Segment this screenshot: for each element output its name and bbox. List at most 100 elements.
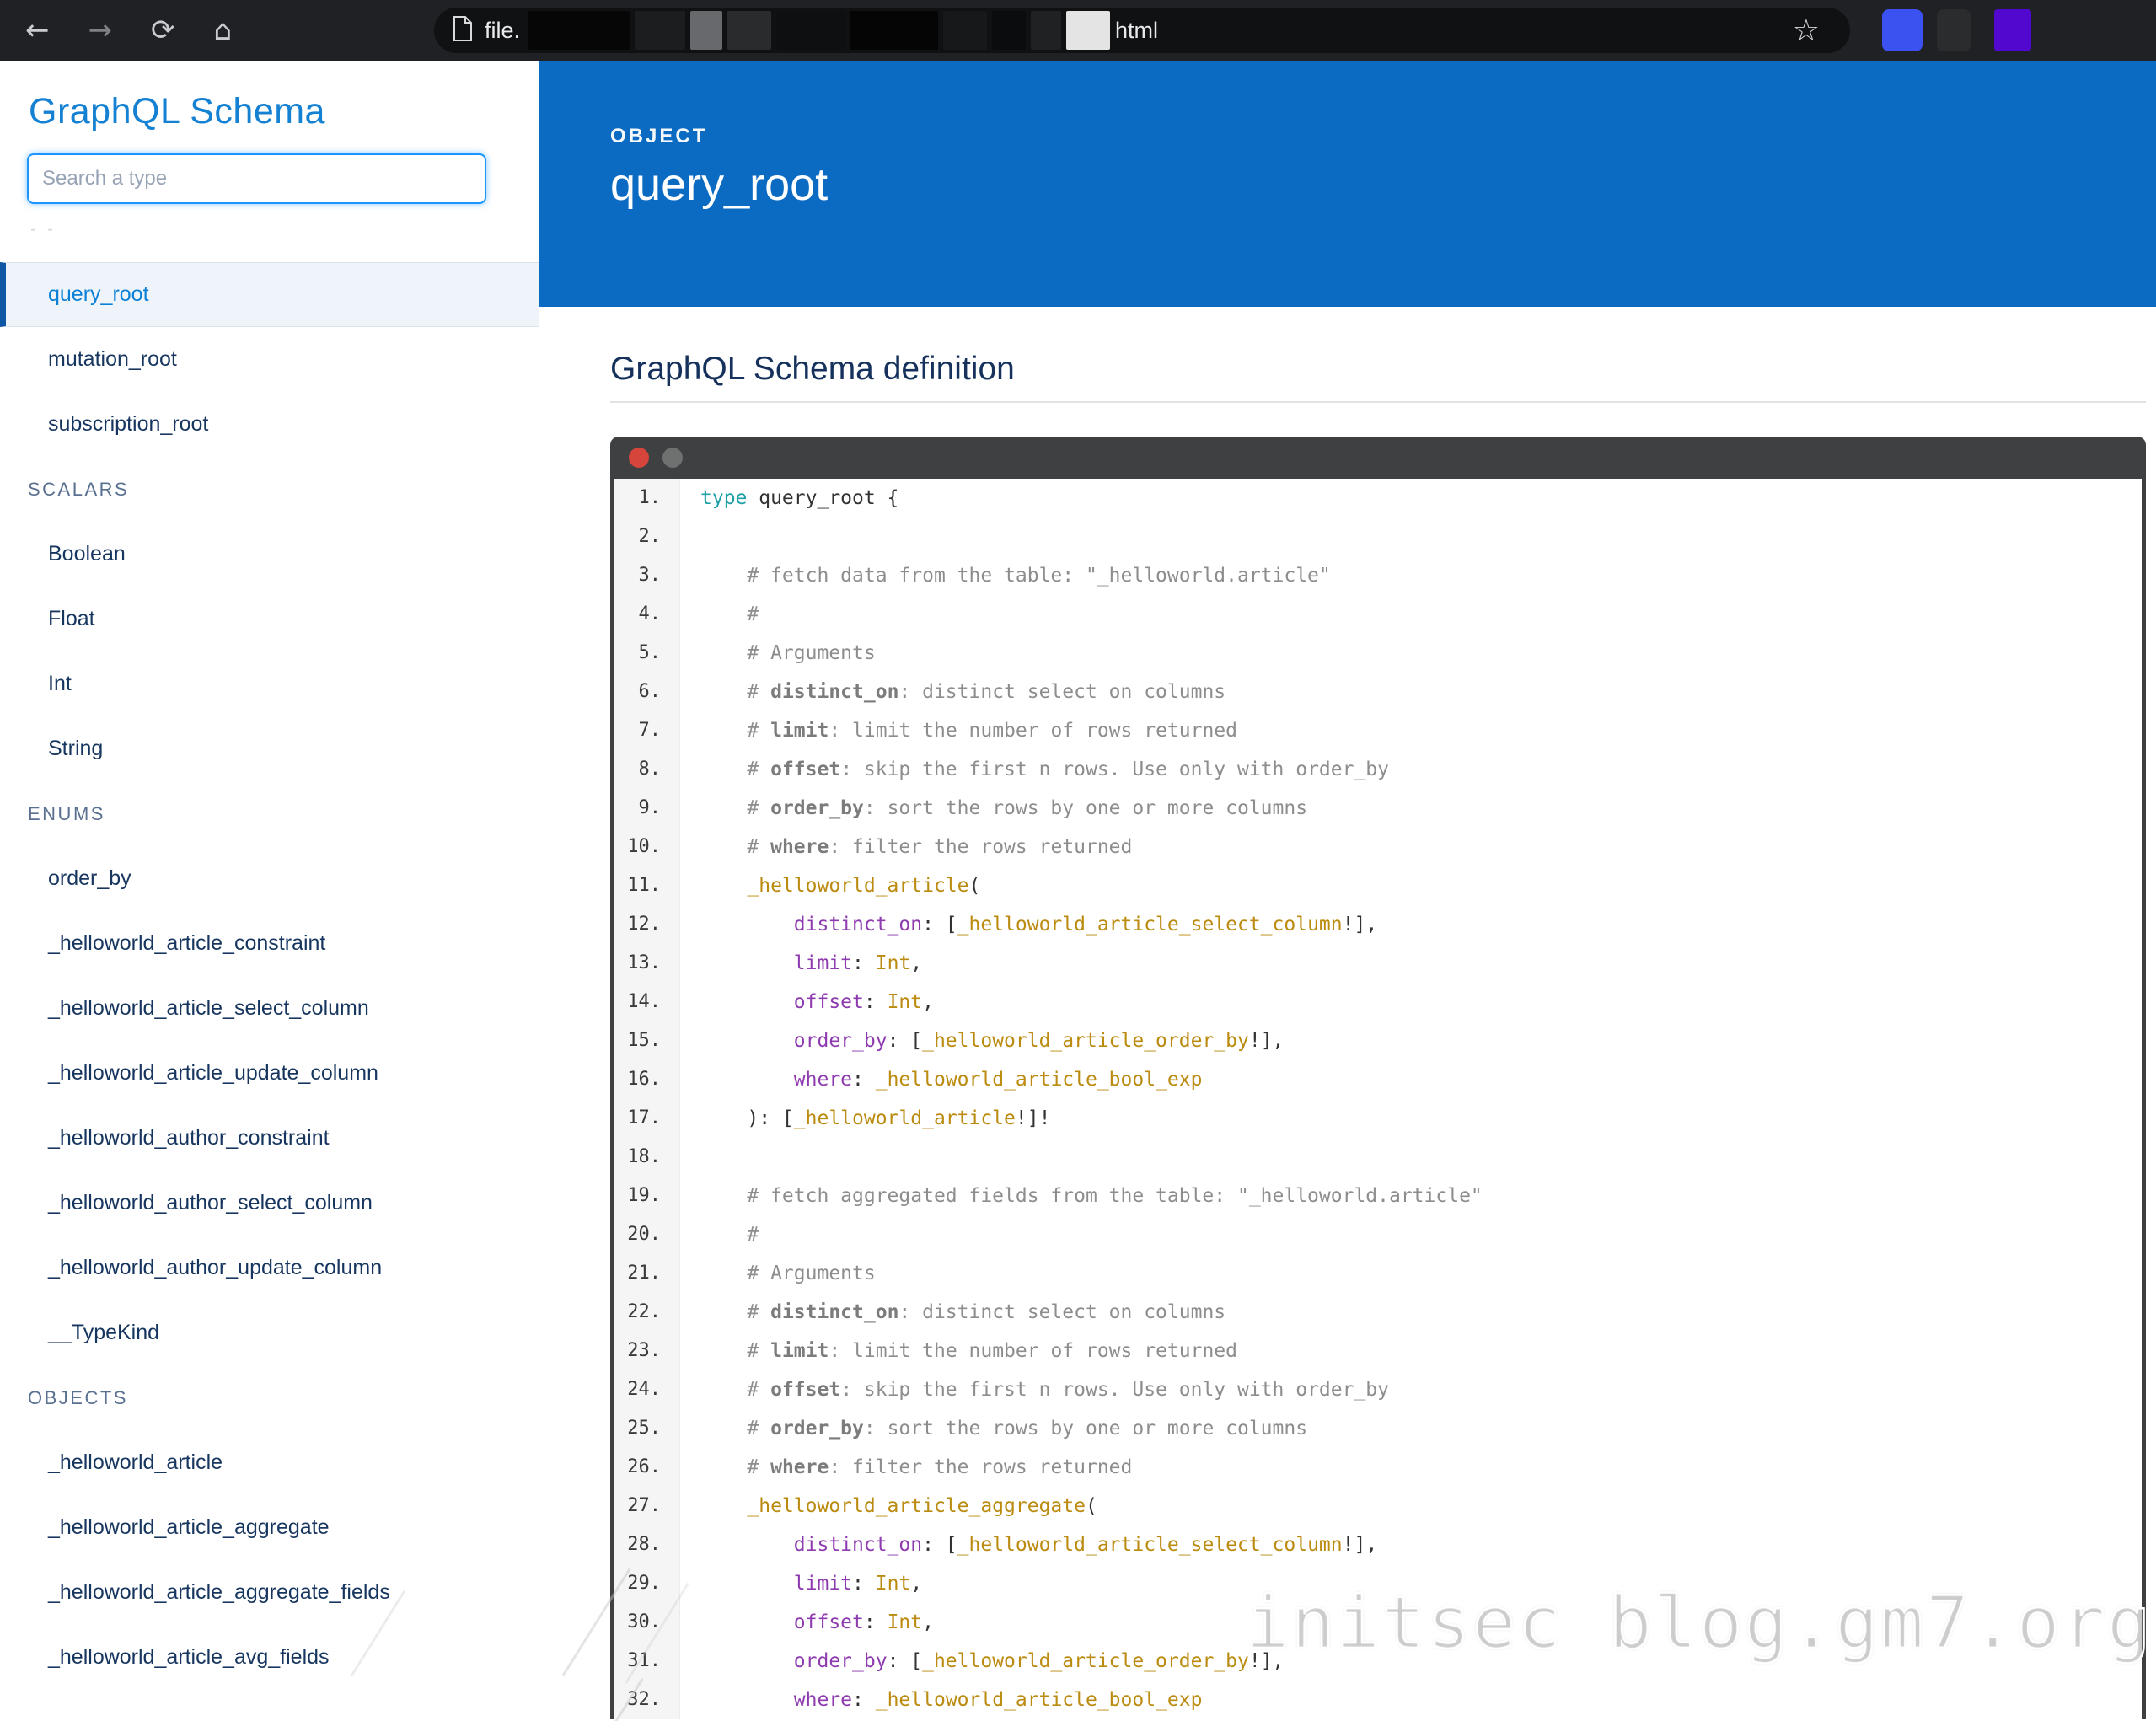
line-number: 17. <box>614 1099 680 1138</box>
sidebar-item-subscription-root[interactable]: subscription_root <box>0 392 539 457</box>
sidebar-item-helloworld-author-update-column[interactable]: _helloworld_author_update_column <box>0 1236 539 1300</box>
code-text: # where: filter the rows returned <box>680 828 1132 866</box>
line-number: 26. <box>614 1448 680 1487</box>
line-number: 23. <box>614 1332 680 1370</box>
extension-icon-blue[interactable] <box>1882 9 1923 51</box>
code-line: 32. where: _helloworld_article_bool_exp <box>614 1681 2142 1719</box>
code-text: # Arguments <box>680 634 876 673</box>
extension-icon-purple[interactable] <box>1994 9 2031 51</box>
code-line: 2. <box>614 517 2142 556</box>
code-line: 13. limit: Int, <box>614 944 2142 983</box>
sidebar-item-mutation-root[interactable]: mutation_root <box>0 327 539 392</box>
window-minimize-dot <box>662 448 683 468</box>
sidebar-item-helloworld-article-aggregate-fields[interactable]: _helloworld_article_aggregate_fields <box>0 1560 539 1625</box>
sidebar-item-helloworld-article[interactable]: _helloworld_article <box>0 1430 539 1495</box>
line-number: 32. <box>614 1681 680 1719</box>
code-text: distinct_on: [_helloworld_article_select… <box>680 905 1377 944</box>
code-text: ): [_helloworld_article!]! <box>680 1099 1050 1138</box>
line-number: 14. <box>614 983 680 1021</box>
code-text <box>680 1138 700 1177</box>
sidebar-item-query-root[interactable]: query_root <box>0 262 539 327</box>
redacted-url-segment <box>528 11 630 50</box>
back-icon[interactable]: ← <box>25 0 50 61</box>
code-text: offset: Int, <box>680 983 934 1021</box>
line-number: 19. <box>614 1177 680 1215</box>
line-number: 10. <box>614 828 680 866</box>
code-text: # offset: skip the first n rows. Use onl… <box>680 1370 1389 1409</box>
code-text: # fetch data from the table: "_helloworl… <box>680 556 1331 595</box>
home-icon[interactable]: ⌂ <box>214 0 233 61</box>
line-number: 22. <box>614 1293 680 1332</box>
sidebar-item-helloworld-article-aggregate[interactable]: _helloworld_article_aggregate <box>0 1495 539 1560</box>
line-number: 6. <box>614 673 680 711</box>
sidebar-title: GraphQL Schema <box>29 91 539 133</box>
window-close-dot <box>629 448 649 468</box>
code-text: # fetch aggregated fields from the table… <box>680 1177 1483 1215</box>
code-text: order_by: [_helloworld_article_order_by!… <box>680 1021 1284 1060</box>
line-number: 31. <box>614 1642 680 1681</box>
forward-icon[interactable]: → <box>88 0 113 61</box>
redacted-url-segment <box>727 11 771 50</box>
line-number: 7. <box>614 711 680 750</box>
line-number: 11. <box>614 866 680 905</box>
browser-toolbar: ← → ⟳ ⌂ file. html ☆ <box>0 0 2156 61</box>
code-line: 24. # offset: skip the first n rows. Use… <box>614 1370 2142 1409</box>
line-number: 18. <box>614 1138 680 1177</box>
sidebar-section-enums: ENUMS <box>0 781 539 846</box>
code-line: 10. # where: filter the rows returned <box>614 828 2142 866</box>
code-line: 8. # offset: skip the first n rows. Use … <box>614 750 2142 789</box>
code-line: 23. # limit: limit the number of rows re… <box>614 1332 2142 1370</box>
sidebar-section-scalars: SCALARS <box>0 457 539 522</box>
code-text: _helloworld_article( <box>680 866 980 905</box>
type-list: query_rootmutation_rootsubscription_root… <box>0 262 539 1690</box>
code-text: # Arguments <box>680 1254 876 1293</box>
code-text: where: _helloworld_article_bool_exp <box>680 1681 1202 1719</box>
sidebar-item-int[interactable]: Int <box>0 651 539 716</box>
code-text: # limit: limit the number of rows return… <box>680 1332 1237 1370</box>
code-line: 20. # <box>614 1215 2142 1254</box>
main-panel: OBJECT query_root GraphQL Schema definit… <box>539 61 2156 1721</box>
line-number: 16. <box>614 1060 680 1099</box>
line-number: 4. <box>614 595 680 634</box>
code-line: 15. order_by: [_helloworld_article_order… <box>614 1021 2142 1060</box>
redacted-url-segment <box>776 11 845 50</box>
code-line: 22. # distinct_on: distinct select on co… <box>614 1293 2142 1332</box>
line-number: 28. <box>614 1525 680 1564</box>
code-line: 7. # limit: limit the number of rows ret… <box>614 711 2142 750</box>
sidebar-item-helloworld-article-avg-fields[interactable]: _helloworld_article_avg_fields <box>0 1625 539 1690</box>
bookmark-star-icon[interactable]: ☆ <box>1793 13 1820 48</box>
code-text: type query_root { <box>680 479 898 517</box>
url-bar[interactable]: file. html ☆ <box>434 8 1850 53</box>
line-number: 25. <box>614 1409 680 1448</box>
search-input[interactable] <box>27 153 486 204</box>
url-prefix: file. <box>485 18 520 44</box>
code-text: # order_by: sort the rows by one or more… <box>680 1409 1307 1448</box>
schema-sidebar: GraphQL Schema - - query_rootmutation_ro… <box>0 61 539 1721</box>
redacted-url-segment <box>635 11 685 50</box>
line-number: 13. <box>614 944 680 983</box>
sidebar-item-helloworld-article-constraint[interactable]: _helloworld_article_constraint <box>0 911 539 976</box>
sidebar-item-string[interactable]: String <box>0 716 539 781</box>
reload-icon[interactable]: ⟳ <box>151 0 175 61</box>
sidebar-item-order-by[interactable]: order_by <box>0 846 539 911</box>
code-line: 28. distinct_on: [_helloworld_article_se… <box>614 1525 2142 1564</box>
line-number: 29. <box>614 1564 680 1603</box>
line-number: 21. <box>614 1254 680 1293</box>
sidebar-item-float[interactable]: Float <box>0 587 539 651</box>
code-line: 1.type query_root { <box>614 479 2142 517</box>
line-number: 27. <box>614 1487 680 1525</box>
sidebar-item-helloworld-article-update-column[interactable]: _helloworld_article_update_column <box>0 1041 539 1106</box>
sidebar-item-helloworld-author-constraint[interactable]: _helloworld_author_constraint <box>0 1106 539 1171</box>
code-text: limit: Int, <box>680 1564 922 1603</box>
redacted-url-segment <box>1031 11 1061 50</box>
sidebar-item-helloworld-article-select-column[interactable]: _helloworld_article_select_column <box>0 976 539 1041</box>
sidebar-item-boolean[interactable]: Boolean <box>0 522 539 587</box>
line-number: 5. <box>614 634 680 673</box>
line-number: 2. <box>614 517 680 556</box>
extension-icon-gray[interactable] <box>1937 9 1971 51</box>
line-number: 1. <box>614 479 680 517</box>
heading-divider <box>610 401 2146 403</box>
code-line: 25. # order_by: sort the rows by one or … <box>614 1409 2142 1448</box>
sidebar-item-typekind[interactable]: __TypeKind <box>0 1300 539 1365</box>
sidebar-item-helloworld-author-select-column[interactable]: _helloworld_author_select_column <box>0 1171 539 1236</box>
